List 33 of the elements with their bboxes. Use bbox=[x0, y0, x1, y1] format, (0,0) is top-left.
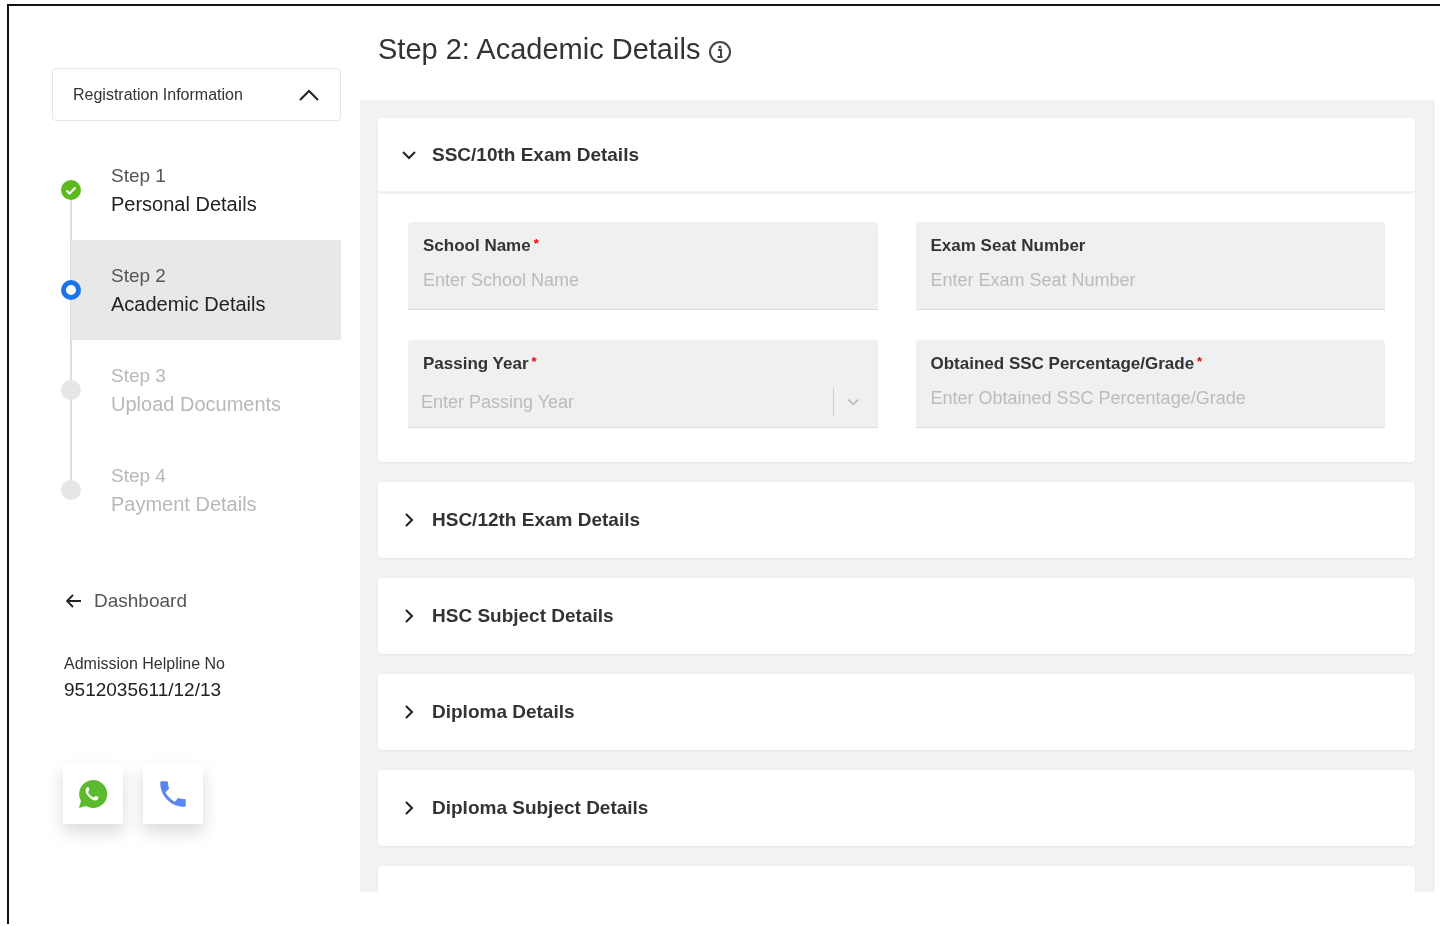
chevron-icon bbox=[298, 87, 320, 102]
field-label: Passing Year bbox=[423, 354, 529, 373]
required-mark: * bbox=[533, 236, 539, 251]
whatsapp-button[interactable] bbox=[63, 764, 123, 824]
section-header[interactable]: HSC Subject Details bbox=[378, 578, 1415, 654]
info-icon bbox=[708, 40, 733, 64]
section-header[interactable]: HSC/12th Exam Details bbox=[378, 482, 1415, 558]
step-number: Step 4 bbox=[111, 464, 167, 487]
step-label: Academic Details bbox=[111, 292, 266, 316]
step-number: Step 3 bbox=[111, 364, 167, 387]
dashboard-link[interactable]: Dashboard bbox=[66, 590, 187, 612]
step-label: Personal Details bbox=[111, 192, 257, 216]
helpline-number: 9512035611/12/13 bbox=[64, 679, 223, 701]
section-header[interactable]: Diploma Details bbox=[378, 674, 1415, 750]
step-number: Step 2 bbox=[111, 264, 167, 287]
required-mark: * bbox=[1197, 354, 1203, 369]
section-header[interactable]: Diploma Subject Details bbox=[378, 770, 1415, 846]
helpline-label: Admission Helpline No bbox=[64, 655, 226, 673]
field-label: Exam Seat Number bbox=[930, 236, 1086, 255]
required-mark: * bbox=[531, 354, 537, 369]
field-label: School Name bbox=[423, 236, 531, 255]
step-item[interactable]: Step 2 Academic Details bbox=[61, 240, 341, 340]
back-arrow-icon bbox=[66, 594, 82, 608]
whatsapp-icon bbox=[77, 778, 109, 810]
field-label: Obtained SSC Percentage/Grade bbox=[930, 354, 1195, 373]
step-label: Payment Details bbox=[111, 492, 257, 516]
registration-info-header[interactable]: Registration Information bbox=[52, 68, 341, 121]
page-title: Step 2: Academic Details bbox=[378, 32, 701, 66]
step-label: Upload Documents bbox=[111, 392, 282, 416]
call-button[interactable] bbox=[143, 764, 203, 824]
step-item[interactable]: Step 1 Personal Details bbox=[61, 140, 341, 240]
step-number: Step 1 bbox=[111, 164, 167, 187]
section-header[interactable]: SSC/10th Exam Details bbox=[378, 118, 1415, 194]
